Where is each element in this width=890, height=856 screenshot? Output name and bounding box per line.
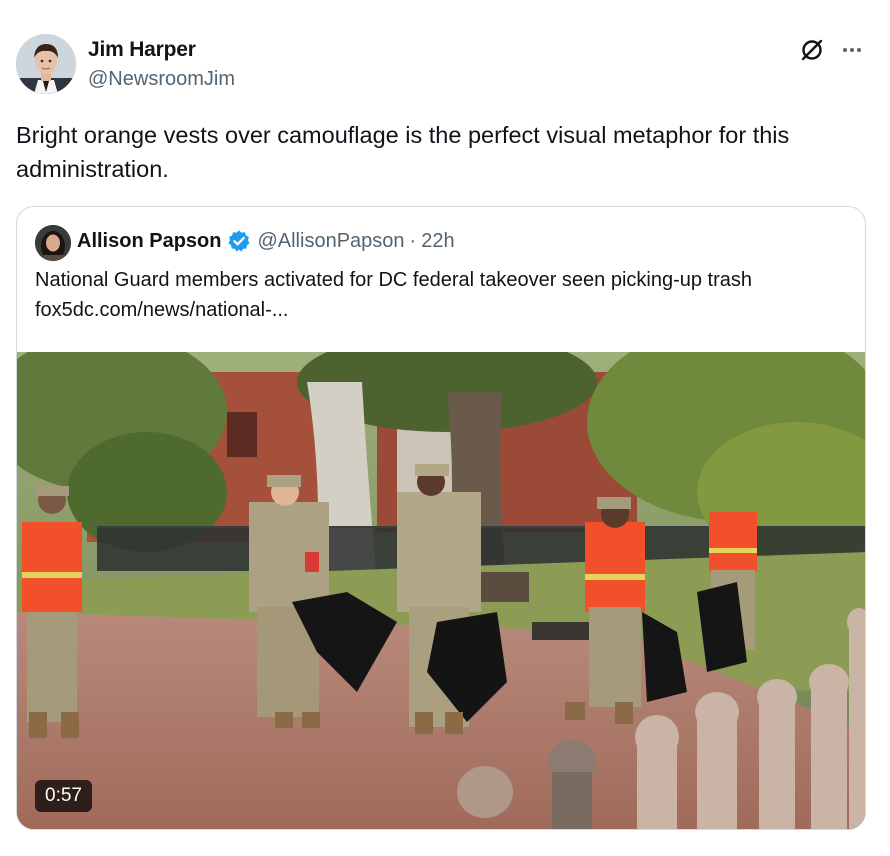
quoted-author-avatar[interactable] (35, 225, 71, 261)
quoted-author-name[interactable]: Allison Papson (77, 230, 221, 253)
quoted-author-handle[interactable]: @AllisonPapson (257, 230, 404, 253)
author-avatar[interactable] (16, 34, 76, 94)
author-name[interactable]: Jim Harper (88, 38, 196, 62)
verified-badge-icon (227, 229, 251, 253)
video-player[interactable]: 0:57 (17, 352, 865, 829)
quoted-tweet-header: Allison Papson @AllisonPapson · 22h (77, 229, 455, 253)
grok-icon[interactable] (798, 36, 826, 64)
quoted-tweet-text: National Guard members activated for DC … (35, 269, 753, 321)
tweet-text: Bright orange vests over camouflage is t… (16, 122, 790, 182)
quoted-timestamp[interactable]: 22h (421, 230, 454, 253)
author-handle[interactable]: @NewsroomJim (88, 68, 235, 91)
quoted-tweet[interactable]: Allison Papson @AllisonPapson · 22h Nati… (16, 206, 866, 830)
video-duration: 0:57 (35, 780, 92, 812)
tweet: Jim Harper @NewsroomJim Bright orange ve… (0, 0, 890, 856)
more-options-icon[interactable] (838, 36, 866, 64)
header-separator: · (409, 229, 417, 252)
